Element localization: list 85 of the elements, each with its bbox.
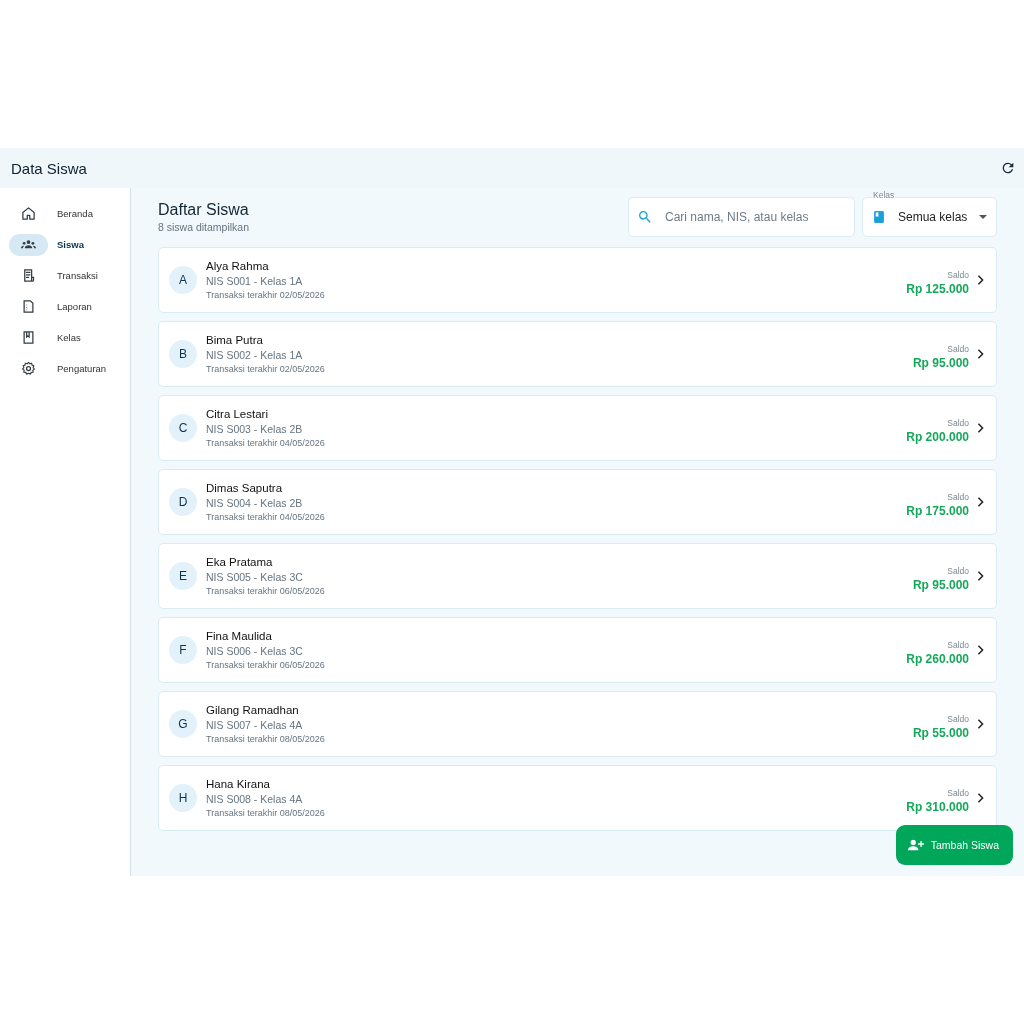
balance-label: Saldo [946,270,969,280]
student-card[interactable]: F Fina Maulida NIS S006 - Kelas 3C Transaksi terakhir 06/05/2026 Saldo Rp 260.000 [158,617,997,683]
chevron-icon [977,571,984,581]
balance-amount: Rp 310.000 [906,800,969,814]
initial-avatar: H [169,784,197,812]
sidebar-item[interactable]: Siswa [0,229,130,260]
app-title: Data Siswa [11,159,87,177]
balance-amount: Rp 95.000 [912,578,969,592]
balance-amount: Rp 175.000 [906,504,969,518]
chevron-icon [977,793,984,803]
settings-icon [21,361,36,376]
initial-avatar: A [169,266,197,294]
chevron-icon [977,645,984,655]
student-name: Eka Pratama [206,556,274,568]
last-transaction: Transaksi terakhir 06/05/2026 [206,586,326,596]
balance-label: Saldo [946,418,969,428]
student-info: NIS S005 - Kelas 3C [206,571,304,583]
initial-avatar: F [169,636,197,664]
student-card[interactable]: H Hana Kirana NIS S008 - Kelas 4A Transaksi terakhir 08/05/2026 Saldo Rp 310.000 [158,765,997,831]
student-name: Fina Maulida [206,630,273,642]
student-name: Alya Rahma [206,260,270,272]
student-info: NIS S003 - Kelas 2B [206,423,304,435]
book-icon [872,210,886,224]
balance-label: Saldo [946,714,969,724]
balance-label: Saldo [946,640,969,650]
class-dropdown[interactable]: Kelas Semua kelas [862,190,997,237]
home-icon [21,206,36,221]
student-info: NIS S006 - Kelas 3C [206,645,304,657]
dropdown-label: Kelas [872,190,896,200]
last-transaction: Transaksi terakhir 04/05/2026 [206,512,326,522]
last-transaction: Transaksi terakhir 04/05/2026 [206,438,326,448]
chevron-icon [977,275,984,285]
student-name: Dimas Saputra [206,482,284,494]
chevron-icon [977,423,984,433]
student-info: NIS S007 - Kelas 4A [206,719,304,731]
refresh-icon[interactable] [1000,160,1016,176]
student-info: NIS S002 - Kelas 1A [206,349,304,361]
last-transaction: Transaksi terakhir 02/05/2026 [206,290,326,300]
student-info: NIS S004 - Kelas 2B [206,497,304,509]
initial-avatar: D [169,488,197,516]
document-icon [21,299,36,314]
initial-avatar: B [169,340,197,368]
student-card[interactable]: D Dimas Saputra NIS S004 - Kelas 2B Transaksi terakhir 04/05/2026 Saldo Rp 175.000 [158,469,997,535]
last-transaction: Transaksi terakhir 02/05/2026 [206,364,326,374]
search-field[interactable]: Cari nama, NIS, atau kelas [628,197,855,237]
add-person-icon [907,839,925,851]
balance-amount: Rp 200.000 [906,430,969,444]
count-text: 8 siswa ditampilkan [158,221,251,233]
initial-avatar: C [169,414,197,442]
last-transaction: Transaksi terakhir 08/05/2026 [206,808,326,818]
student-name: Citra Lestari [206,408,269,420]
student-card[interactable]: C Citra Lestari NIS S003 - Kelas 2B Transaksi terakhir 04/05/2026 Saldo Rp 200.000 [158,395,997,461]
balance-amount: Rp 95.000 [912,356,969,370]
student-card[interactable]: E Eka Pratama NIS S005 - Kelas 3C Transaksi terakhir 06/05/2026 Saldo Rp 95.000 [158,543,997,609]
student-info: NIS S008 - Kelas 4A [206,793,304,805]
balance-label: Saldo [946,492,969,502]
last-transaction: Transaksi terakhir 06/05/2026 [206,660,326,670]
balance-amount: Rp 55.000 [912,726,969,740]
student-name: Gilang Ramadhan [206,704,300,716]
sidebar-item[interactable]: Transaksi [0,260,130,291]
chevron-icon [977,349,984,359]
page-title: Daftar Siswa [158,201,250,219]
balance-label: Saldo [946,566,969,576]
book-icon [21,330,36,345]
student-card[interactable]: B Bima Putra NIS S002 - Kelas 1A Transaksi terakhir 02/05/2026 Saldo Rp 95.000 [158,321,997,387]
student-card[interactable]: A Alya Rahma NIS S001 - Kelas 1A Transaksi terakhir 02/05/2026 Saldo Rp 125.000 [158,247,997,313]
last-transaction: Transaksi terakhir 08/05/2026 [206,734,326,744]
sidebar-item[interactable]: Laporan [0,291,130,322]
student-name: Bima Putra [206,334,264,346]
sidebar-item[interactable]: Beranda [0,198,130,229]
initial-avatar: E [169,562,197,590]
balance-amount: Rp 125.000 [906,282,969,296]
student-name: Hana Kirana [206,778,271,790]
chevron-icon [977,497,984,507]
balance-label: Saldo [946,344,969,354]
sidebar-item[interactable]: Kelas [0,322,130,353]
initial-avatar: G [169,710,197,738]
receipt-icon [21,268,36,283]
chevron-icon [977,719,984,729]
caret-icon [979,215,987,219]
student-card[interactable]: G Gilang Ramadhan NIS S007 - Kelas 4A Transaksi terakhir 08/05/2026 Saldo Rp 55.000 [158,691,997,757]
sidebar-item[interactable]: Pengaturan [0,353,130,384]
balance-amount: Rp 260.000 [906,652,969,666]
student-info: NIS S001 - Kelas 1A [206,275,304,287]
balance-label: Saldo [946,788,969,798]
